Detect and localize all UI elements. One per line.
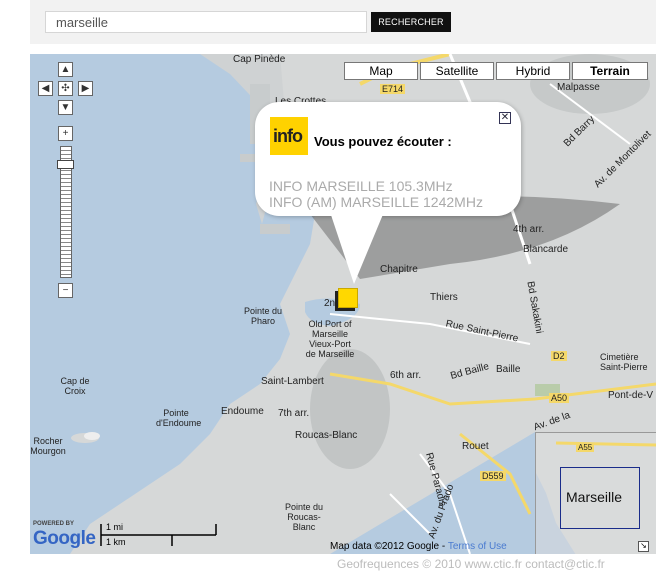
pan-down-icon[interactable]: ▼ [58,100,73,115]
overview-toggle-icon[interactable]: ↘ [638,541,649,552]
map-label: Vieux-Port de Marseille [305,339,355,359]
map-label: Rouet [462,441,489,452]
map-label: Saint-Lambert [261,376,324,387]
map-label: D2 [551,351,567,361]
station-marker[interactable] [338,288,358,308]
map-label: Pointe d'Endoume [156,408,202,428]
map-label: Old Port of Marseille [308,319,352,339]
map-label: Roucas-Blanc [295,430,358,441]
map-label: 6th arr. [390,370,422,381]
google-wordmark: Google [33,528,96,549]
map-type-hybrid-button[interactable]: Hybrid [496,62,570,80]
pan-left-icon[interactable]: ◀ [38,81,53,96]
map-label: Pointe du Roucas-Blanc [284,502,324,532]
map-label: Blancarde [523,244,569,255]
terms-of-use-link[interactable]: Terms of Use [448,541,507,552]
powered-by-label: POWERED BY [33,521,75,527]
france-info-logo: info [270,117,308,155]
map-label: Endoume [221,406,264,417]
google-logo[interactable]: POWERED BY Google [33,521,97,551]
search-input[interactable] [45,11,367,33]
map-label: Cap Pinède [233,54,286,65]
map-type-satellite-button[interactable]: Satellite [420,62,494,80]
navigation-control: ▲ ◀ ✣ ▶ ▼ + − [38,62,96,302]
map-type-terrain-button[interactable]: Terrain [572,62,648,80]
scale-bar: 1 mi 1 km [100,522,218,548]
zoom-in-button[interactable]: + [58,126,73,141]
pan-center-icon[interactable]: ✣ [58,81,73,96]
map-canvas[interactable]: Cap Pinède E714 Les Crottes Malpasse Bd … [30,54,656,554]
info-window-tail [330,212,384,284]
copyright-text: Map data ©2012 Google - [330,541,446,552]
map-label: Cap de Croix [60,376,90,396]
map-label: Malpasse [557,82,600,93]
scale-mi-label: 1 mi [106,522,124,532]
info-window-title: Vous pouvez écouter : [314,134,452,149]
zoom-out-button[interactable]: − [58,283,73,298]
map-copyright: Map data ©2012 Google - Terms of Use [330,541,507,552]
zoom-slider-thumb[interactable] [57,160,74,169]
overview-city-label: Marseille [566,489,623,505]
map-label: Pont-de-V [608,390,654,401]
footer-credits: Geofrequences © 2010 www.ctic.fr contact… [337,557,605,571]
map-label: Thiers [430,292,458,303]
info-window: ✕ info Vous pouvez écouter : INFO MARSEI… [255,102,521,216]
map-label: Rocher Mourgon [30,436,66,456]
map-type-map-button[interactable]: Map [344,62,418,80]
map-label: E714 [380,84,406,94]
close-icon[interactable]: ✕ [499,112,511,124]
frequency-line: INFO (AM) MARSEILLE 1242MHz [269,194,483,210]
overview-map[interactable]: A55 Marseille [535,432,656,554]
map-label: D559 [480,471,506,481]
pan-right-icon[interactable]: ▶ [78,81,93,96]
overview-road-label: A55 [576,443,595,452]
map-label: Baille [496,364,521,375]
search-button[interactable]: RECHERCHER [371,12,451,32]
map-label: Pointe du Pharo [243,306,283,326]
map-label: 4th arr. [513,224,545,235]
frequency-line: INFO MARSEILLE 105.3MHz [269,178,453,194]
map-label: 7th arr. [278,408,310,419]
map-label: A50 [549,393,570,403]
scale-km-label: 1 km [106,537,126,547]
map-label: Cimetière Saint-Pierre [600,352,648,372]
pan-up-icon[interactable]: ▲ [58,62,73,77]
logo-text: info [273,126,303,146]
